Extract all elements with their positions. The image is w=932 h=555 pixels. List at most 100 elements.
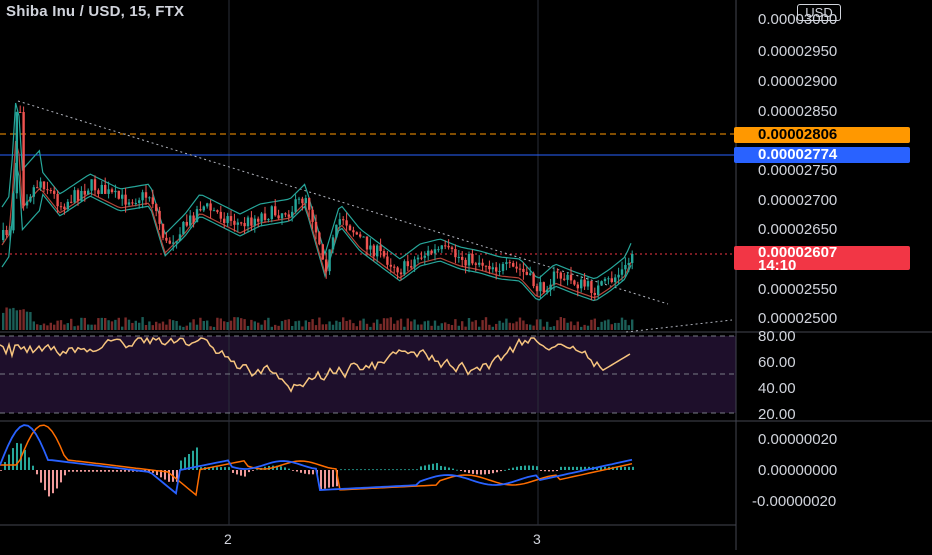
macd-histogram-bar — [572, 466, 574, 470]
macd-histogram-bar — [400, 469, 402, 471]
macd-histogram-bar — [516, 466, 518, 470]
volume-bar — [263, 320, 267, 330]
macd-histogram-bar — [580, 466, 582, 470]
candle-body — [471, 254, 474, 264]
macd-histogram-bar — [376, 469, 378, 471]
candle-body — [389, 264, 392, 267]
macd-histogram-bar — [84, 470, 86, 472]
volume-bar — [535, 319, 539, 330]
candle-body — [212, 210, 216, 212]
volume-bar — [104, 317, 107, 330]
candle-body — [563, 278, 566, 280]
volume-bar — [209, 326, 212, 330]
candle-body — [355, 232, 358, 235]
macd-histogram-bar — [300, 470, 302, 473]
macd-histogram-bar — [356, 469, 358, 471]
candle-body — [505, 262, 508, 264]
volume-bar — [498, 320, 501, 330]
volume-bar — [141, 317, 144, 330]
volume-bar — [580, 326, 583, 330]
price-label: 0.00002950 — [758, 43, 838, 60]
volume-bar — [369, 326, 372, 330]
candle-body — [56, 193, 59, 207]
volume-bar — [467, 318, 471, 330]
price-label: 0.00002850 — [758, 103, 838, 120]
candle-body — [376, 245, 379, 257]
volume-bars — [2, 307, 634, 330]
volume-bar — [257, 322, 260, 330]
candle-body — [437, 249, 440, 251]
macd-histogram-bar — [564, 466, 566, 470]
macd-histogram-bar — [360, 469, 362, 471]
trendline-lower[interactable] — [625, 319, 733, 333]
volume-bar — [556, 320, 559, 330]
candle-body — [617, 274, 620, 278]
volume-bar — [291, 325, 294, 330]
volume-bar — [617, 322, 620, 330]
volume-bar — [46, 325, 49, 330]
candle-body — [362, 236, 365, 238]
volume-bar — [413, 319, 416, 330]
blue-level-tag[interactable]: 0.00002774 — [734, 147, 910, 163]
volume-bar — [39, 325, 42, 330]
candle-body — [131, 202, 134, 204]
macd-histogram-bar — [80, 470, 82, 472]
candle-body — [226, 216, 229, 223]
volume-bar — [539, 319, 542, 330]
candle-body — [481, 262, 484, 266]
price-label: 0.00002650 — [758, 221, 838, 238]
volume-bar — [495, 323, 498, 330]
volume-bar — [274, 324, 277, 330]
candle-body — [76, 190, 80, 201]
macd-histogram-bar — [428, 464, 430, 470]
macd-histogram-bar — [240, 470, 242, 476]
candle-body — [229, 216, 233, 221]
volume-bar — [219, 318, 222, 330]
volume-bar — [450, 325, 454, 330]
symbol-title[interactable]: Shiba Inu / USD, 15, FTX — [6, 3, 184, 20]
macd-histogram-bar — [536, 466, 538, 470]
candle-body — [631, 254, 634, 264]
candle-body — [607, 278, 610, 280]
orange-level-tag[interactable]: 0.00002806 — [734, 127, 910, 143]
candle-body — [53, 190, 56, 194]
volume-bar — [138, 322, 141, 330]
volume-bar — [192, 319, 195, 330]
volume-bar — [406, 318, 409, 330]
candle-body — [542, 282, 545, 293]
macd-histogram-bar — [28, 457, 30, 470]
macd-histogram-bar — [436, 463, 438, 470]
macd-histogram-bar — [556, 470, 558, 472]
macd-histogram-bar — [248, 470, 250, 473]
candle-body — [525, 271, 528, 275]
macd-histogram-bar — [416, 469, 418, 471]
volume-bar — [284, 319, 287, 330]
candle-body — [284, 213, 287, 215]
volume-bar — [416, 324, 420, 330]
candle-body — [209, 203, 212, 211]
candle-body — [433, 249, 437, 254]
macd-histogram-bar — [8, 454, 10, 470]
volume-bar — [563, 318, 566, 330]
candle-body — [114, 190, 117, 193]
candle-body — [29, 196, 32, 202]
candle-body — [280, 213, 284, 219]
macd-histogram-bar — [500, 470, 502, 472]
macd-histogram-bar — [520, 466, 522, 470]
volume-bar — [593, 318, 596, 330]
candle-body — [2, 230, 5, 240]
volume-bar — [573, 325, 576, 330]
candlesticks[interactable] — [2, 105, 634, 301]
chart-window[interactable]: Shiba Inu / USD, 15, FTX USD 0.00003000 … — [0, 0, 932, 550]
volume-bar — [73, 326, 76, 330]
candle-body — [556, 271, 559, 273]
candle-body — [590, 281, 593, 293]
candle-body — [593, 292, 596, 295]
candle-body — [189, 215, 192, 226]
volume-bar — [549, 326, 552, 330]
macd-histogram-bar — [4, 462, 6, 470]
volume-bar — [566, 322, 569, 330]
macd-histogram-bar — [180, 460, 182, 470]
candle-body — [270, 206, 273, 220]
candle-body — [627, 263, 630, 265]
